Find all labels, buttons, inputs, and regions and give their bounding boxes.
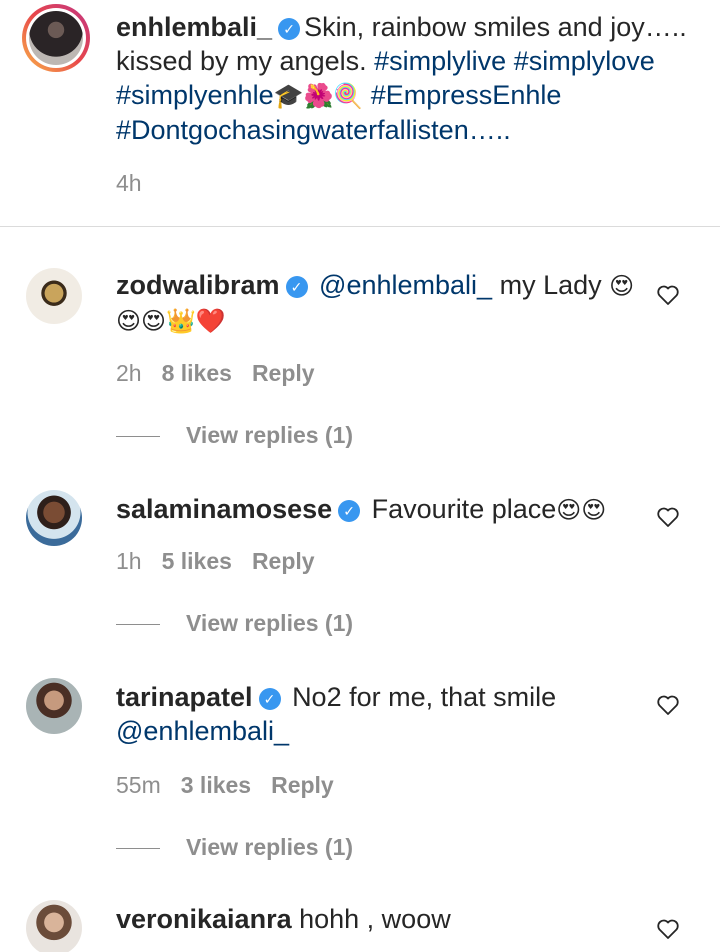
comment-username[interactable]: zodwalibram xyxy=(116,270,280,300)
caption-time-text: 4h xyxy=(116,170,142,196)
mention-link[interactable]: @enhlembali_ xyxy=(116,716,289,746)
hashtag-dontgochasing[interactable]: #Dontgochasingwaterfallisten xyxy=(116,115,469,145)
caption-avatar[interactable] xyxy=(22,4,90,72)
view-replies-label: View replies (1) xyxy=(186,422,354,448)
comment-emoji-line2: 😍😍👑❤️ xyxy=(116,307,226,335)
comment-avatar-tarinapatel[interactable] xyxy=(26,678,82,734)
likes-count[interactable]: 8 likes xyxy=(162,360,232,386)
reply-button[interactable]: Reply xyxy=(271,772,334,798)
like-heart-icon[interactable] xyxy=(656,284,680,306)
comment-time: 55m xyxy=(116,772,161,798)
comment-time: 2h xyxy=(116,360,142,386)
comment-meta: 55m 3 likes Reply xyxy=(116,772,354,799)
caption-text: enhlembali_ ✓ Skin, rainbow smiles and joy… xyxy=(116,10,696,147)
comment-avatar-veronikaianra[interactable] xyxy=(26,900,82,952)
comment-time: 1h xyxy=(116,548,142,574)
comment-body: No2 for me, that smile xyxy=(292,682,557,712)
verified-icon: ✓ xyxy=(258,688,281,710)
comment-text: tarinapatel ✓ No2 for me, that smile @enh… xyxy=(116,680,636,748)
likes-count[interactable]: 3 likes xyxy=(181,772,251,798)
comment-meta: 2h 8 likes Reply xyxy=(116,360,335,387)
hashtag-empressenhle[interactable]: #EmpressEnhle xyxy=(371,80,562,110)
comment-emoji: 😍 xyxy=(609,272,635,300)
comment-body: Favourite place xyxy=(371,494,557,524)
like-heart-icon[interactable] xyxy=(656,918,680,940)
comment-username[interactable]: veronikaianra xyxy=(116,904,292,934)
verified-icon: ✓ xyxy=(278,18,301,40)
reply-button[interactable]: Reply xyxy=(252,360,315,386)
caption-username[interactable]: enhlembali_ xyxy=(116,12,272,42)
comment-text: salaminamosese ✓ Favourite place😍😍 xyxy=(116,492,636,527)
comment-avatar-zodwalibram[interactable] xyxy=(26,268,82,324)
verified-icon: ✓ xyxy=(338,500,361,522)
caption-time: 4h xyxy=(116,170,162,197)
view-replies-button[interactable]: View replies (1) xyxy=(116,834,353,861)
comment-body: hohh , woow xyxy=(299,904,451,934)
view-replies-line xyxy=(116,436,160,438)
comment-username[interactable]: salaminamosese xyxy=(116,494,332,524)
comment-avatar-salaminamosese[interactable] xyxy=(26,490,82,546)
view-replies-button[interactable]: View replies (1) xyxy=(116,422,353,449)
caption-ellipsis: ….. xyxy=(468,115,511,145)
comment-emoji: 😍😍 xyxy=(556,496,607,524)
comment-username[interactable]: tarinapatel xyxy=(116,682,253,712)
hashtag-simplylove[interactable]: #simplylove xyxy=(514,46,655,76)
reply-button[interactable]: Reply xyxy=(252,548,315,574)
view-replies-line xyxy=(116,848,160,850)
likes-count[interactable]: 5 likes xyxy=(162,548,232,574)
caption-emoji: 🎓🌺🍭 xyxy=(273,82,364,110)
hashtag-simplyenhle[interactable]: #simplyenhle xyxy=(116,80,274,110)
hashtag-simplylive[interactable]: #simplylive xyxy=(374,46,506,76)
divider xyxy=(0,226,720,227)
comment-meta: 1h 5 likes Reply xyxy=(116,548,335,575)
like-heart-icon[interactable] xyxy=(656,506,680,528)
mention-link[interactable]: @enhlembali_ xyxy=(319,270,492,300)
comment-text: zodwalibram ✓ @enhlembali_ my Lady 😍 😍😍👑❤… xyxy=(116,268,636,338)
view-replies-label: View replies (1) xyxy=(186,610,354,636)
view-replies-button[interactable]: View replies (1) xyxy=(116,610,353,637)
comment-body: my Lady xyxy=(499,270,602,300)
like-heart-icon[interactable] xyxy=(656,694,680,716)
verified-icon: ✓ xyxy=(285,276,308,298)
view-replies-line xyxy=(116,624,160,626)
comment-text: veronikaianra hohh , woow xyxy=(116,902,636,936)
view-replies-label: View replies (1) xyxy=(186,834,354,860)
